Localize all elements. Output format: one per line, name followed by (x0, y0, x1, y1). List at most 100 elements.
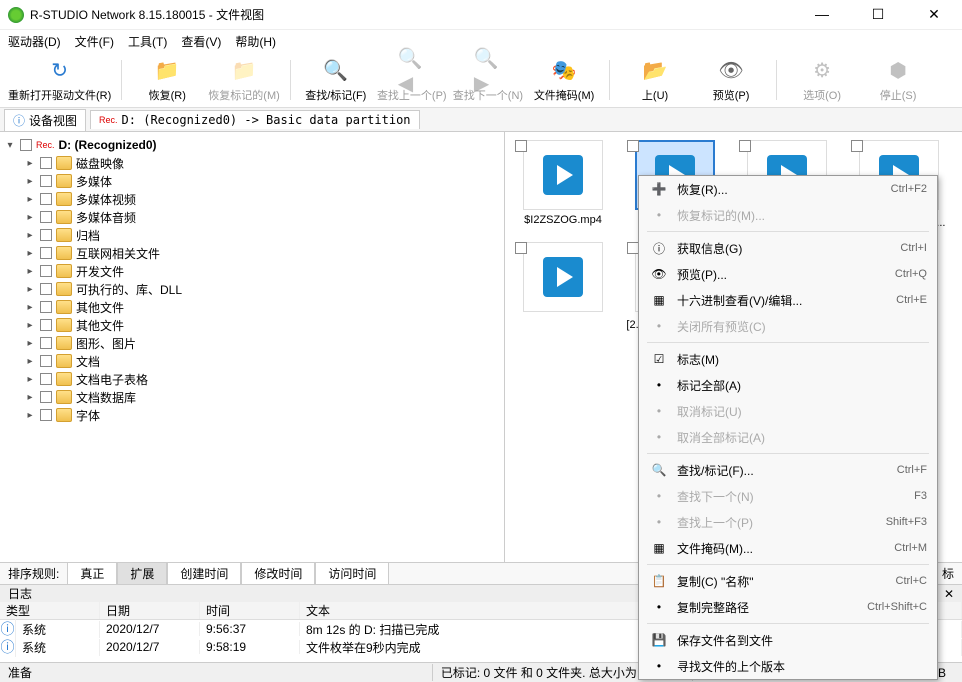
checkbox[interactable] (627, 140, 639, 152)
tree-node[interactable]: ▸归档 (24, 226, 500, 244)
close-icon[interactable]: ✕ (944, 587, 954, 601)
checkbox[interactable] (40, 211, 52, 223)
checkbox[interactable] (515, 242, 527, 254)
checkbox[interactable] (40, 175, 52, 187)
tree-node[interactable]: ▸其他文件 (24, 298, 500, 316)
tree-node[interactable]: ▸多媒体音频 (24, 208, 500, 226)
log-col-date[interactable]: 日期 (100, 602, 200, 619)
menu-file[interactable]: 文件(F) (75, 33, 114, 50)
ctx-flag[interactable]: ☑标志(M) (639, 346, 937, 372)
sort-item[interactable]: 创建时间 (167, 562, 241, 585)
menu-tools[interactable]: 工具(T) (128, 33, 167, 50)
chevron-right-icon[interactable]: ▸ (24, 230, 36, 241)
log-col-type[interactable]: 类型 (0, 602, 100, 619)
sort-item[interactable]: 修改时间 (241, 562, 315, 585)
tree-pane[interactable]: ▾ Rec. D: (Recognized0) ▸磁盘映像▸多媒体▸多媒体视频▸… (0, 132, 505, 562)
checkbox[interactable] (20, 139, 32, 151)
tree-node[interactable]: ▸可执行的、库、DLL (24, 280, 500, 298)
chevron-right-icon[interactable]: ▸ (24, 356, 36, 367)
file-thumbnail[interactable] (523, 242, 603, 312)
minimize-button[interactable]: — (802, 6, 842, 23)
ctx-copy-path[interactable]: •复制完整路径Ctrl+Shift+C (639, 594, 937, 620)
ctx-preview[interactable]: 👁预览(P)...Ctrl+Q (639, 261, 937, 287)
sort-item[interactable]: 访问时间 (315, 562, 389, 585)
tree-node[interactable]: ▸字体 (24, 406, 500, 424)
tab-path[interactable]: Rec. D: (Recognized0) -> Basic data part… (90, 110, 420, 129)
chevron-right-icon[interactable]: ▸ (24, 410, 36, 421)
ctx-hex[interactable]: ▦十六进制查看(V)/编辑...Ctrl+E (639, 287, 937, 313)
file-thumbnail[interactable] (523, 140, 603, 210)
chevron-right-icon[interactable]: ▸ (24, 302, 36, 313)
checkbox[interactable] (40, 355, 52, 367)
chevron-right-icon[interactable]: ▸ (24, 194, 36, 205)
toolbar-icon: 🔍 (322, 57, 350, 85)
menu-help[interactable]: 帮助(H) (235, 33, 276, 50)
ctx-recover[interactable]: ➕恢复(R)...Ctrl+F2 (639, 176, 937, 202)
sort-item[interactable]: 扩展 (117, 562, 167, 585)
tree-node[interactable]: ▸图形、图片 (24, 334, 500, 352)
chevron-right-icon[interactable]: ▸ (24, 374, 36, 385)
log-col-time[interactable]: 时间 (200, 602, 300, 619)
checkbox[interactable] (40, 265, 52, 277)
chevron-right-icon[interactable]: ▸ (24, 320, 36, 331)
maximize-button[interactable]: ☐ (858, 6, 898, 23)
log-type: 系统 (16, 621, 100, 638)
chevron-down-icon[interactable]: ▾ (4, 140, 16, 151)
tree-node[interactable]: ▸其他文件 (24, 316, 500, 334)
chevron-right-icon[interactable]: ▸ (24, 176, 36, 187)
ctx-find-ver[interactable]: •寻找文件的上个版本 (639, 653, 937, 679)
ctx-mask[interactable]: ▦文件掩码(M)...Ctrl+M (639, 535, 937, 561)
menu-drive[interactable]: 驱动器(D) (8, 33, 61, 50)
find-prev-icon: • (649, 514, 669, 530)
file-item[interactable] (513, 242, 613, 332)
checkbox[interactable] (40, 409, 52, 421)
file-item[interactable]: $I2ZSZOG.mp4 (513, 140, 613, 230)
toolbar-R[interactable]: ↻重新打开驱动文件(R) (8, 57, 111, 103)
checkbox[interactable] (739, 140, 751, 152)
checkbox[interactable] (40, 391, 52, 403)
tree-node[interactable]: ▸磁盘映像 (24, 154, 500, 172)
toolbar-M[interactable]: 🎭文件掩码(M) (529, 57, 599, 103)
sort-item[interactable]: 真正 (67, 562, 117, 585)
checkbox[interactable] (40, 319, 52, 331)
toolbar-label: 上(U) (642, 87, 668, 103)
checkbox[interactable] (40, 283, 52, 295)
ctx-flag-all[interactable]: •标记全部(A) (639, 372, 937, 398)
tree-node[interactable]: ▸文档 (24, 352, 500, 370)
tree-node[interactable]: ▸多媒体 (24, 172, 500, 190)
chevron-right-icon[interactable]: ▸ (24, 266, 36, 277)
checkbox[interactable] (515, 140, 527, 152)
toolbar-R[interactable]: 📁恢复(R) (132, 57, 202, 103)
ctx-save[interactable]: 💾保存文件名到文件 (639, 627, 937, 653)
checkbox[interactable] (40, 373, 52, 385)
tree-node[interactable]: ▸文档数据库 (24, 388, 500, 406)
tab-device-view[interactable]: ⓘ 设备视图 (4, 109, 86, 131)
menu-view[interactable]: 查看(V) (181, 33, 221, 50)
tree-node[interactable]: ▸多媒体视频 (24, 190, 500, 208)
chevron-right-icon[interactable]: ▸ (24, 158, 36, 169)
checkbox[interactable] (40, 193, 52, 205)
checkbox[interactable] (40, 157, 52, 169)
tree-node[interactable]: ▸开发文件 (24, 262, 500, 280)
toolbar-P[interactable]: 👁预览(P) (696, 57, 766, 103)
ctx-copy[interactable]: 📋复制(C) "名称"Ctrl+C (639, 568, 937, 594)
checkbox[interactable] (40, 337, 52, 349)
ctx-info[interactable]: ⓘ获取信息(G)Ctrl+I (639, 235, 937, 261)
toolbar-F[interactable]: 🔍查找/标记(F) (301, 57, 371, 103)
checkbox[interactable] (40, 301, 52, 313)
checkbox[interactable] (40, 247, 52, 259)
tree-node[interactable]: ▸文档电子表格 (24, 370, 500, 388)
close-button[interactable]: ✕ (914, 6, 954, 23)
ctx-find[interactable]: 🔍查找/标记(F)...Ctrl+F (639, 457, 937, 483)
chevron-right-icon[interactable]: ▸ (24, 338, 36, 349)
tree-node-label: 互联网相关文件 (76, 245, 160, 262)
toolbar-U[interactable]: 📂上(U) (620, 57, 690, 103)
chevron-right-icon[interactable]: ▸ (24, 284, 36, 295)
tree-root[interactable]: ▾ Rec. D: (Recognized0) (4, 136, 500, 154)
chevron-right-icon[interactable]: ▸ (24, 212, 36, 223)
checkbox[interactable] (851, 140, 863, 152)
chevron-right-icon[interactable]: ▸ (24, 248, 36, 259)
chevron-right-icon[interactable]: ▸ (24, 392, 36, 403)
tree-node[interactable]: ▸ 互联网相关文件 (24, 244, 500, 262)
checkbox[interactable] (40, 229, 52, 241)
